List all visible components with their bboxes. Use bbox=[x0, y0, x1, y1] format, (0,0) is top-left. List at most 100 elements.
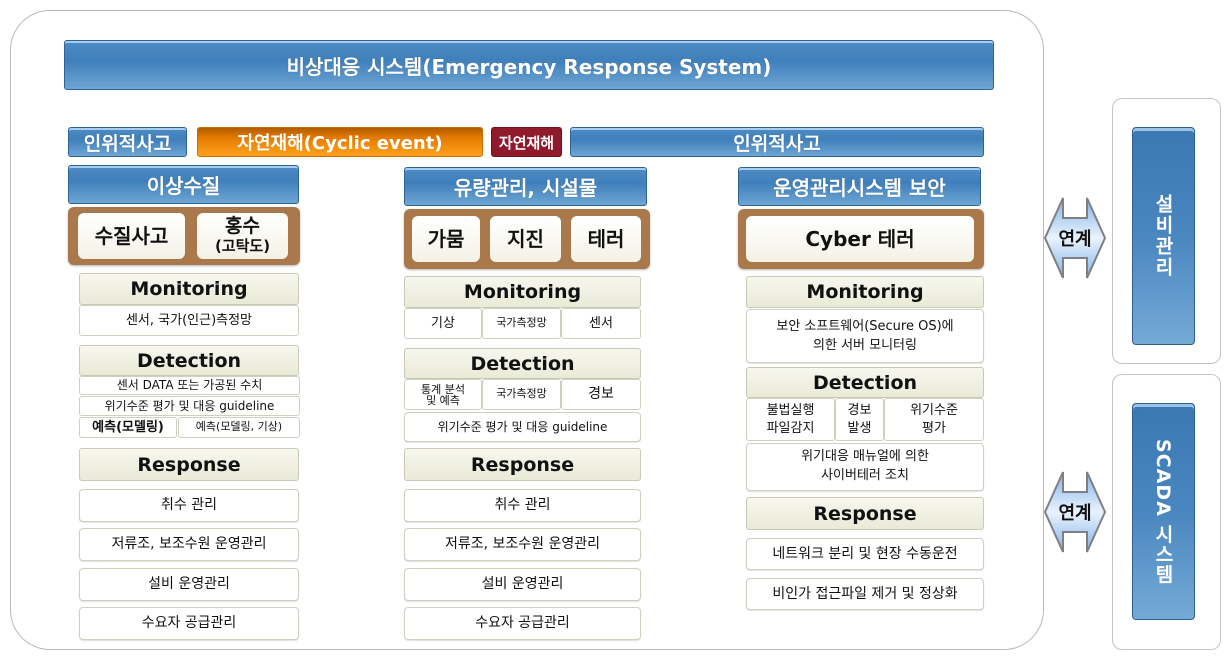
detection-item: 통계 분석 및 예측 bbox=[404, 379, 482, 410]
response-header: Response bbox=[404, 448, 641, 481]
system-title-bar: 비상대응 시스템(Emergency Response System) bbox=[64, 40, 994, 90]
event-flood: 홍수 (고탁도) bbox=[197, 213, 288, 259]
cell-text: 수요자 공급관리 bbox=[475, 615, 570, 632]
response-item: 취수 관리 bbox=[79, 489, 299, 522]
category-man-made-right: 인위적사고 bbox=[570, 127, 984, 157]
facility-system-bar: 설비관리 bbox=[1132, 127, 1195, 345]
detection-item: 위기대응 매뉴얼에 의한 사이버테러 조치 bbox=[746, 443, 984, 491]
phase-label: Response bbox=[137, 453, 241, 476]
phase-label: Response bbox=[813, 502, 917, 525]
monitoring-item: 기상 bbox=[404, 308, 482, 339]
cell-text: 저류조, 보조수원 운영관리 bbox=[444, 536, 601, 553]
column-title: 운영관리시스템 보안 bbox=[773, 176, 946, 200]
response-item: 설비 운영관리 bbox=[404, 568, 641, 601]
cell-text: 위기대응 매뉴얼에 의한 사이버테러 조치 bbox=[801, 449, 929, 483]
monitoring-item: 센서, 국가(인근)측정망 bbox=[79, 305, 299, 336]
system-title: 비상대응 시스템(Emergency Response System) bbox=[286, 54, 772, 79]
cell-text: 국가측정망 bbox=[496, 387, 547, 401]
category-natural-cyclic: 자연재해(Cyclic event) bbox=[197, 127, 483, 157]
detection-item: 예측(모델링, 기상) bbox=[178, 417, 300, 438]
event-label: 테러 bbox=[587, 226, 625, 251]
cell-text: 경보 발생 bbox=[847, 402, 872, 436]
detection-item: 위기수준 평가 및 대응 guideline bbox=[79, 396, 300, 416]
response-header: Response bbox=[79, 448, 299, 481]
response-item: 저류조, 보조수원 운영관리 bbox=[404, 528, 641, 561]
detection-header: Detection bbox=[746, 367, 984, 398]
column-title-ops-security: 운영관리시스템 보안 bbox=[738, 167, 981, 206]
monitoring-header: Monitoring bbox=[746, 276, 984, 308]
monitoring-item: 센서 bbox=[561, 308, 641, 339]
event-water-accident: 수질사고 bbox=[78, 213, 185, 259]
cell-text: 취수 관리 bbox=[161, 497, 217, 514]
cell-text: 센서 bbox=[589, 315, 613, 331]
column-title: 이상수질 bbox=[146, 174, 221, 198]
response-item: 설비 운영관리 bbox=[79, 568, 299, 601]
event-label: 가뭄 bbox=[427, 226, 465, 251]
event-terror: 테러 bbox=[571, 216, 641, 262]
response-item: 수요자 공급관리 bbox=[404, 607, 641, 640]
phase-label: Detection bbox=[470, 352, 575, 375]
detection-item: 경보 bbox=[561, 379, 641, 410]
event-earthquake: 지진 bbox=[490, 216, 561, 262]
column-title-water-quality: 이상수질 bbox=[68, 165, 299, 204]
detection-header: Detection bbox=[404, 348, 641, 379]
scada-system-bar: SCADA 시스템 bbox=[1132, 403, 1195, 620]
response-item: 저류조, 보조수원 운영관리 bbox=[79, 528, 299, 561]
monitoring-header: Monitoring bbox=[404, 276, 641, 308]
response-item: 수요자 공급관리 bbox=[79, 607, 299, 640]
category-label: 인위적사고 bbox=[83, 132, 172, 155]
response-item: 네트워크 분리 및 현장 수동운전 bbox=[746, 538, 984, 570]
cell-text: 위기수준 평가 및 대응 guideline bbox=[104, 398, 275, 413]
cell-text: 네트워크 분리 및 현장 수동운전 bbox=[772, 545, 958, 562]
category-natural: 자연재해 bbox=[491, 127, 562, 157]
cell-text: 취수 관리 bbox=[494, 497, 551, 514]
category-label: 자연재해(Cyclic event) bbox=[237, 133, 443, 154]
category-label: 인위적사고 bbox=[733, 132, 821, 155]
response-header: Response bbox=[746, 497, 984, 530]
cell-text: 설비 운영관리 bbox=[148, 576, 230, 593]
category-label: 자연재해 bbox=[498, 133, 555, 152]
cell-text: 센서 DATA 또는 가공된 수치 bbox=[116, 378, 263, 393]
link-connector-facility: 연계 bbox=[1043, 196, 1107, 280]
cell-text: 불법실행 파일감지 bbox=[766, 402, 815, 436]
detection-item: 예측(모델링) bbox=[79, 417, 177, 438]
detection-item: 국가측정망 bbox=[482, 379, 561, 410]
event-label: 홍수 bbox=[225, 215, 260, 238]
cell-text: 비인가 접근파일 제거 및 정상화 bbox=[772, 585, 958, 602]
link-label: 연계 bbox=[1058, 503, 1092, 524]
cell-text: 예측(모델링, 기상) bbox=[195, 420, 283, 434]
cell-text: 예측(모델링) bbox=[92, 419, 164, 435]
event-sublabel: (고탁도) bbox=[214, 237, 271, 256]
detection-item: 불법실행 파일감지 bbox=[746, 398, 835, 441]
phase-label: Monitoring bbox=[463, 281, 582, 303]
event-label: Cyber 테러 bbox=[805, 226, 915, 251]
column-title-flow-facility: 유량관리, 시설물 bbox=[404, 167, 647, 206]
cell-text: 수요자 공급관리 bbox=[141, 615, 237, 632]
cell-text: 경보 bbox=[588, 386, 614, 403]
phase-label: Detection bbox=[812, 371, 918, 394]
phase-label: Monitoring bbox=[806, 281, 924, 303]
cell-text: 국가측정망 bbox=[496, 316, 547, 330]
cell-text: 통계 분석 및 예측 bbox=[421, 382, 465, 407]
event-label: 지진 bbox=[507, 226, 544, 251]
cell-text: 보안 소프트웨어(Secure OS)에 의한 서버 모니터링 bbox=[776, 318, 954, 354]
detection-header: Detection bbox=[79, 345, 299, 376]
detection-item: 위기수준 평가 및 대응 guideline bbox=[404, 412, 641, 442]
phase-label: Monitoring bbox=[130, 278, 248, 300]
monitoring-header: Monitoring bbox=[79, 273, 299, 305]
event-label: 수질사고 bbox=[94, 223, 169, 248]
cell-text: 설비 운영관리 bbox=[481, 576, 564, 593]
response-item: 비인가 접근파일 제거 및 정상화 bbox=[746, 578, 984, 610]
detection-item: 경보 발생 bbox=[835, 398, 884, 441]
event-drought: 가뭄 bbox=[412, 216, 480, 262]
column-title: 유량관리, 시설물 bbox=[453, 176, 598, 200]
cell-text: 기상 bbox=[431, 315, 455, 331]
detection-item: 센서 DATA 또는 가공된 수치 bbox=[79, 376, 300, 395]
phase-label: Detection bbox=[136, 349, 242, 372]
monitoring-item: 국가측정망 bbox=[482, 308, 561, 339]
event-cyber-terror: Cyber 테러 bbox=[746, 216, 974, 262]
category-man-made-left: 인위적사고 bbox=[68, 127, 187, 157]
detection-item: 위기수준 평가 bbox=[884, 398, 984, 441]
cell-text: 저류조, 보조수원 운영관리 bbox=[111, 536, 267, 553]
monitoring-item: 보안 소프트웨어(Secure OS)에 의한 서버 모니터링 bbox=[746, 309, 984, 363]
